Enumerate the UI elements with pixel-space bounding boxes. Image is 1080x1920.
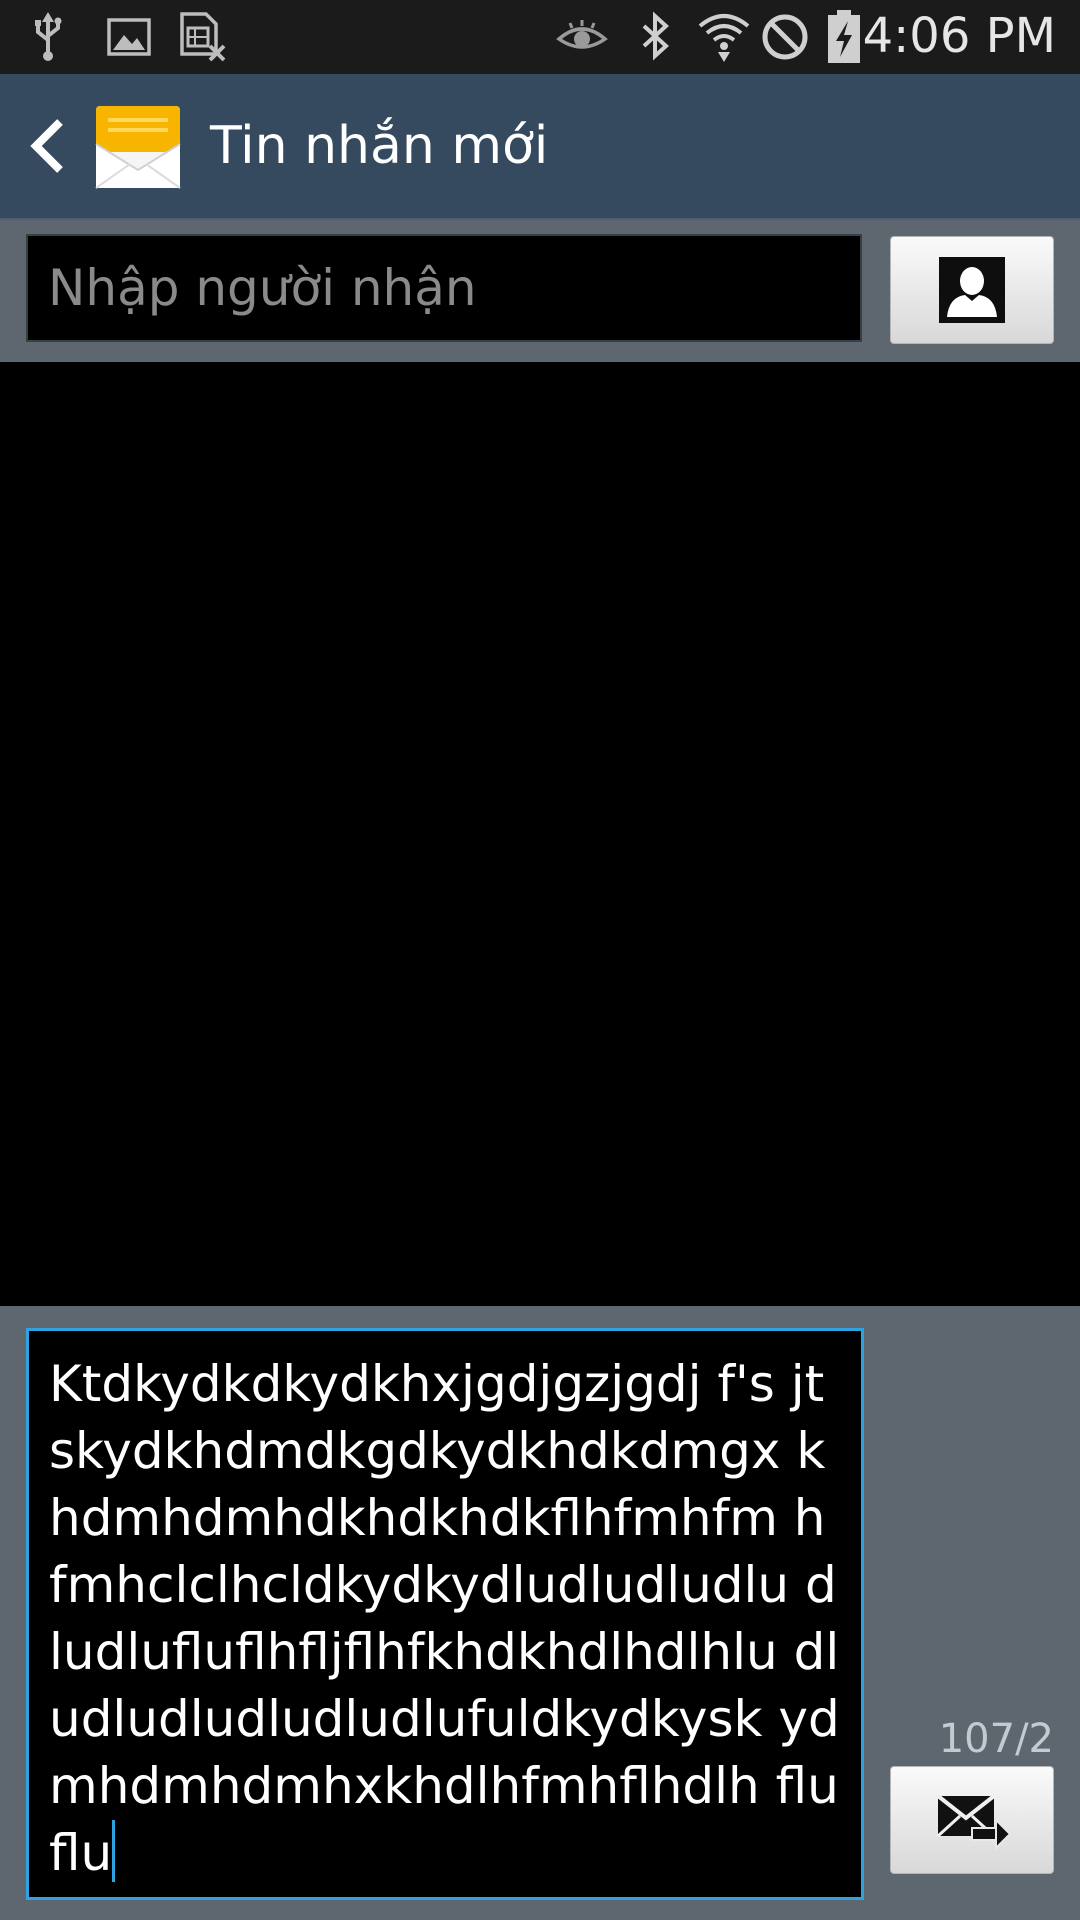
- contact-icon: [939, 257, 1005, 323]
- wifi-icon: [696, 10, 752, 64]
- message-input[interactable]: Ktdkydkdkydkhxjgdjgzjgdj f's jtskydkhdmd…: [26, 1328, 864, 1900]
- recipient-bar: [0, 220, 1080, 362]
- character-counter: 107/2: [938, 1716, 1054, 1762]
- back-button[interactable]: [18, 104, 78, 188]
- recipient-input[interactable]: [26, 234, 862, 342]
- image-icon: [106, 10, 152, 64]
- message-text: Ktdkydkdkydkhxjgdjgzjgdj f's jtskydkhdmd…: [49, 1355, 840, 1882]
- bluetooth-icon: [636, 10, 676, 64]
- eye-icon: [556, 10, 608, 64]
- back-arrow-icon: [30, 119, 63, 173]
- add-contact-button[interactable]: [890, 236, 1054, 344]
- send-message-icon: [936, 1794, 1012, 1850]
- status-time: 4:06 PM: [862, 8, 1056, 64]
- new-message-screen: 4:06 PM Tin nhắn mới Nhập người nhận Ktd…: [0, 0, 1080, 1920]
- usb-icon: [30, 10, 66, 64]
- sim-error-icon: [176, 10, 228, 64]
- page-title: Tin nhắn mới: [210, 116, 549, 176]
- send-button[interactable]: [890, 1766, 1054, 1874]
- battery-charging-icon: [824, 10, 864, 64]
- action-bar: Tin nhắn mới: [0, 74, 1080, 220]
- blocked-icon: [760, 10, 810, 64]
- envelope-icon[interactable]: [94, 104, 182, 190]
- status-bar: 4:06 PM: [0, 0, 1080, 74]
- compose-bar: Ktdkydkdkydkhxjgdjgzjgdj f's jtskydkhdmd…: [0, 1306, 1080, 1920]
- message-list: [0, 362, 1080, 1306]
- text-cursor: [112, 1820, 116, 1882]
